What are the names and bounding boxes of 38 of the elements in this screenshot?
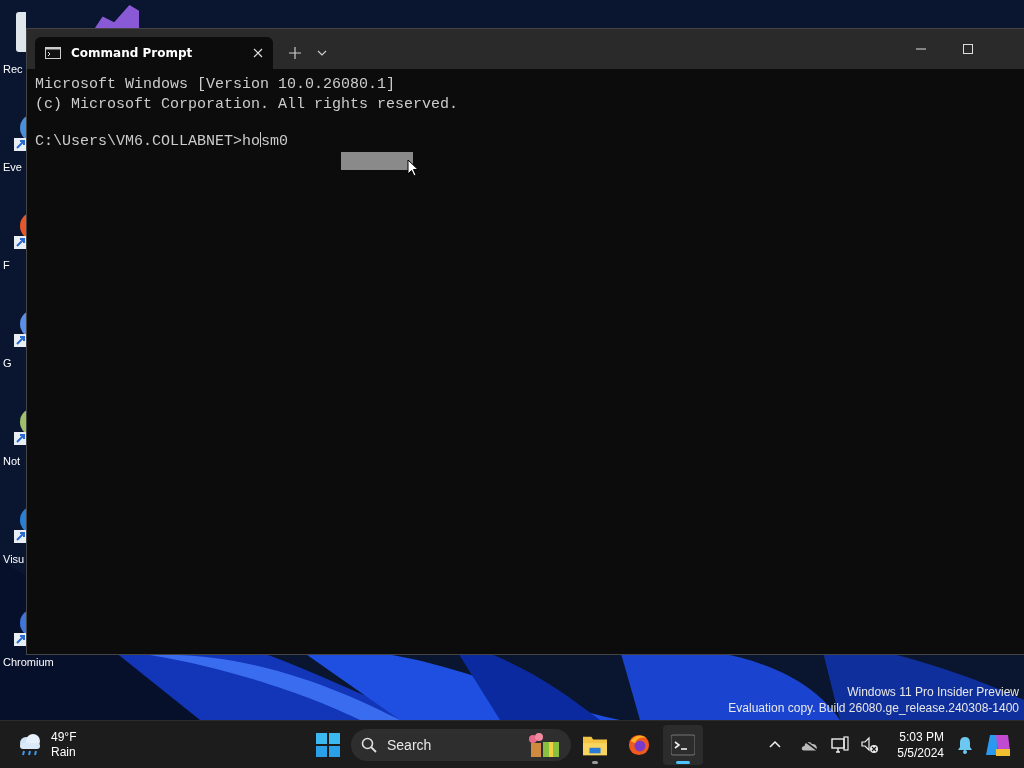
desktop-icon-label[interactable]: Chromium bbox=[3, 656, 54, 668]
dropdown-icon[interactable] bbox=[317, 50, 327, 56]
rain-cloud-icon[interactable] bbox=[17, 732, 43, 757]
search-bar[interactable]: Search bbox=[351, 728, 571, 761]
volume-muted-icon[interactable] bbox=[861, 735, 880, 754]
selection-highlight bbox=[341, 152, 413, 170]
desktop-icon-label[interactable]: Rec bbox=[3, 63, 23, 75]
mouse-pointer-icon bbox=[407, 159, 419, 177]
search-icon bbox=[361, 736, 377, 753]
new-tab-icon[interactable] bbox=[289, 47, 301, 59]
desktop-icon-label[interactable]: Visu bbox=[3, 553, 25, 565]
desktop-icon-label[interactable]: F bbox=[3, 259, 10, 271]
desktop-icon-label[interactable]: Not bbox=[3, 455, 21, 467]
command-line[interactable]: C:\Users\VM6.COLLABNET>hosm0 bbox=[35, 132, 1024, 152]
maximize-icon[interactable] bbox=[963, 44, 973, 54]
gift-icon bbox=[527, 732, 561, 757]
chevron-up-icon[interactable] bbox=[769, 741, 782, 748]
search-input[interactable]: Search bbox=[385, 735, 527, 754]
desktop-icon-label[interactable]: Eve bbox=[3, 161, 22, 173]
clock[interactable]: 5:03 PM 5/5/2024 bbox=[897, 728, 944, 761]
console-line: (c) Microsoft Corporation. All rights reserved. bbox=[35, 94, 460, 114]
watermark-text: Windows 11 Pro Insider Preview bbox=[847, 684, 1019, 700]
temperature[interactable]: 49°F bbox=[51, 729, 77, 745]
browser-icon bbox=[627, 733, 651, 756]
console-line: Microsoft Windows [Version 10.0.26080.1] bbox=[35, 75, 397, 95]
close-icon[interactable] bbox=[253, 48, 263, 58]
desktop-icon-label[interactable]: G bbox=[3, 357, 12, 369]
command-prompt-icon bbox=[45, 47, 61, 59]
network-icon[interactable] bbox=[831, 735, 850, 754]
window-tab[interactable]: Command Prompt bbox=[35, 37, 273, 69]
watermark-text: Evaluation copy. Build 26080.ge_release.240308-1400 bbox=[728, 700, 1019, 716]
copilot-icon[interactable] bbox=[986, 732, 1010, 757]
tab-title: Command Prompt bbox=[71, 46, 194, 60]
terminal-icon bbox=[671, 733, 695, 756]
start-icon[interactable] bbox=[316, 732, 340, 757]
weather-condition[interactable]: Rain bbox=[51, 744, 77, 760]
terminal-app-button[interactable] bbox=[663, 724, 703, 765]
bell-icon[interactable] bbox=[956, 735, 974, 754]
